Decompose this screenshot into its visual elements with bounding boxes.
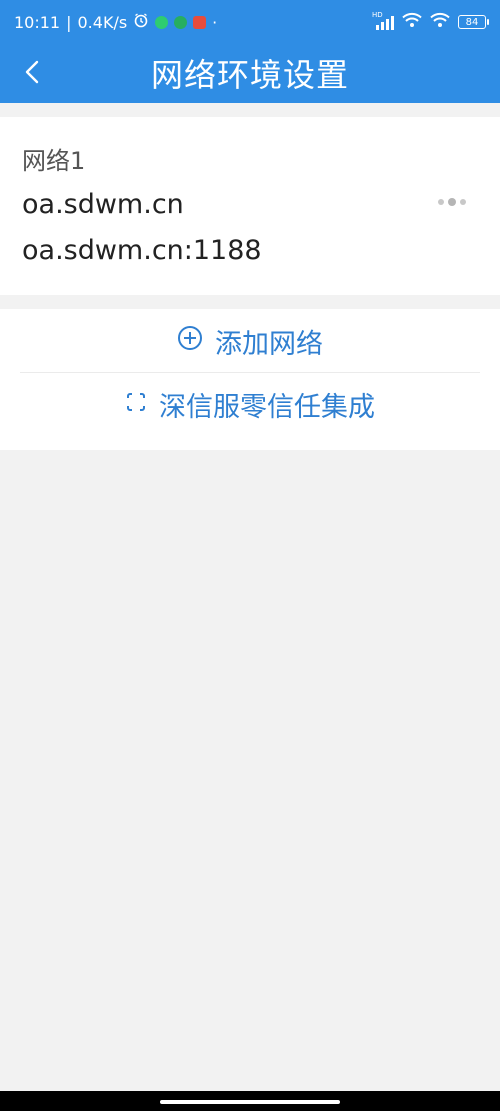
- home-bar[interactable]: [160, 1100, 340, 1104]
- network-address: oa.sdwm.cn:1188: [22, 235, 262, 266]
- home-indicator: [0, 1091, 500, 1111]
- add-network-button[interactable]: 添加网络: [0, 310, 500, 372]
- focus-frame-icon: [125, 389, 147, 420]
- alarm-icon: [133, 12, 149, 32]
- more-options-button[interactable]: [432, 192, 472, 212]
- sangfor-zero-trust-button[interactable]: 深信服零信任集成: [0, 373, 500, 435]
- status-bar: 10:11 | 0.4K/s · HD 84: [0, 0, 500, 44]
- wifi-icon: [430, 12, 450, 32]
- add-network-label: 添加网络: [215, 328, 323, 360]
- status-right: HD 84: [372, 11, 489, 33]
- actions-card: 添加网络 深信服零信任集成: [0, 309, 500, 450]
- sangfor-zero-trust-label: 深信服零信任集成: [159, 391, 375, 423]
- page-title: 网络环境设置: [150, 56, 349, 94]
- more-dots-icon: [438, 199, 444, 205]
- more-dots-icon: [460, 199, 466, 205]
- network-host: oa.sdwm.cn: [22, 189, 184, 220]
- network-name: 网络1: [22, 147, 86, 175]
- battery-icon: 84: [458, 15, 489, 29]
- network-speed: 0.4K/s: [77, 12, 128, 32]
- wechat-icon: [155, 15, 169, 29]
- wifi-icon: [402, 12, 422, 32]
- more-dots-icon: [448, 198, 456, 206]
- app-header: 10:11 | 0.4K/s · HD 84 网络环境设置: [0, 0, 500, 103]
- navigation-bar: 网络环境设置: [0, 44, 500, 103]
- status-left: 10:11 | 0.4K/s ·: [14, 11, 217, 33]
- hd-badge: HD: [372, 11, 383, 19]
- status-separator: |: [66, 12, 72, 32]
- status-dot: ·: [212, 12, 218, 32]
- network-card[interactable]: 网络1 oa.sdwm.cn oa.sdwm.cn:1188: [0, 117, 500, 295]
- mi-icon: [193, 15, 207, 29]
- plus-circle-icon: [177, 325, 203, 358]
- status-time: 10:11: [14, 12, 61, 32]
- signal-icon: HD: [372, 11, 394, 30]
- phone-icon: [174, 15, 188, 29]
